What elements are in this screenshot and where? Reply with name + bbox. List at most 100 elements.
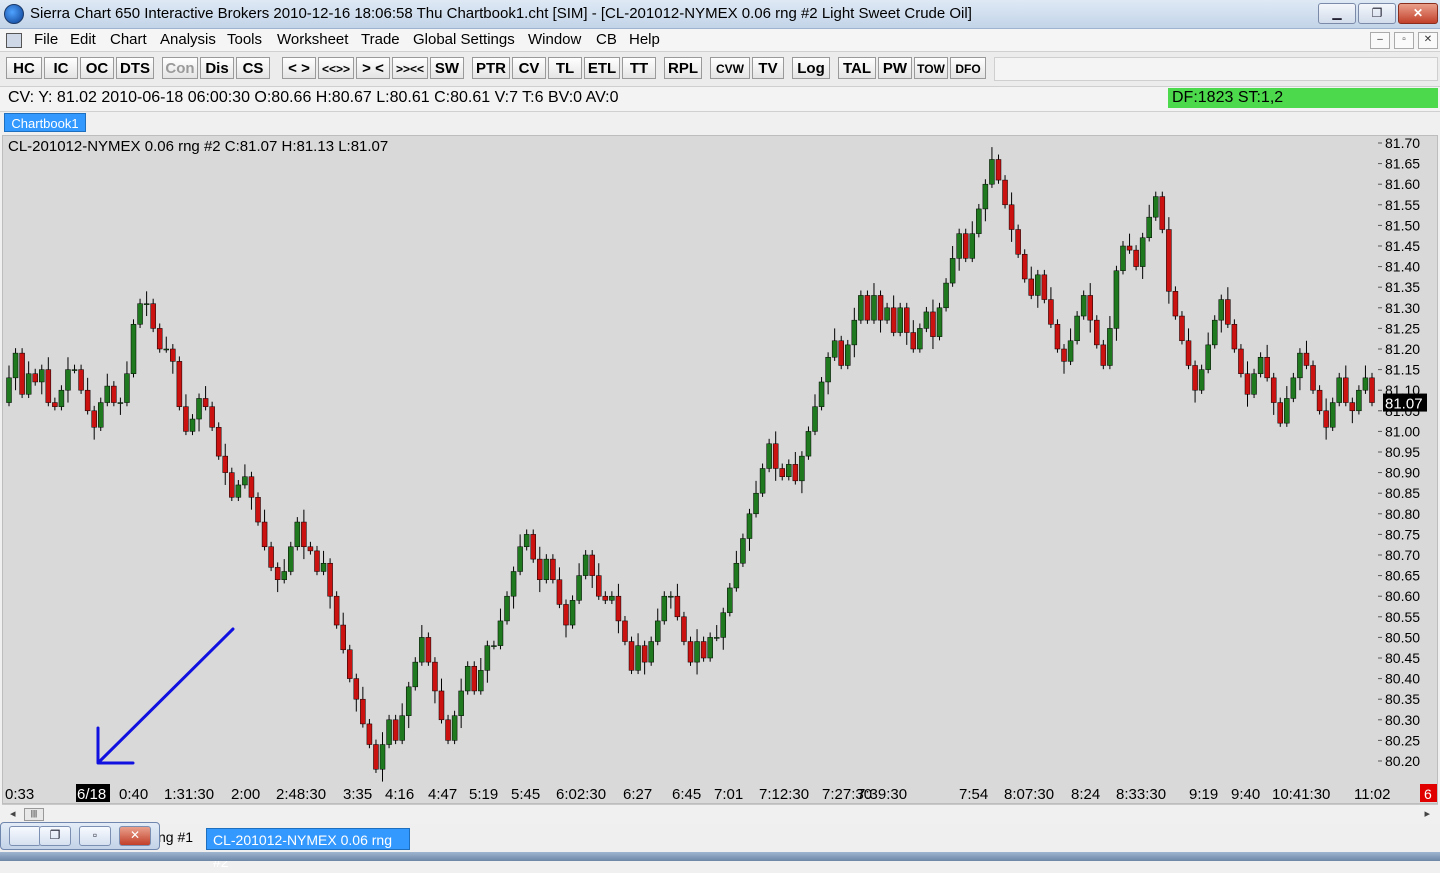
chart-header: CL-201012-NYMEX 0.06 rng #2 C:81.07 H:81… [8, 138, 389, 155]
candle-down [183, 406, 189, 432]
candle-down [930, 311, 936, 337]
candle-down [438, 690, 445, 721]
candle-up [124, 373, 130, 403]
candle-up [668, 595, 674, 598]
mini-restore-button[interactable]: ❐ [39, 826, 71, 846]
y-tick-label: 80.65 [1385, 568, 1420, 584]
candle-down [1185, 340, 1192, 366]
candle-down [52, 402, 58, 407]
candle-down [215, 427, 222, 457]
candle-down [274, 567, 281, 580]
candle-up [386, 719, 392, 745]
candle-up [582, 554, 589, 576]
candle-up [523, 534, 530, 548]
candle-up [1120, 245, 1126, 271]
x-tick-label: 4:47 [428, 786, 457, 803]
candle-up [648, 641, 654, 663]
candle-up [517, 546, 523, 572]
x-tick-label: 6:27 [623, 786, 652, 803]
candle-down [1316, 389, 1323, 412]
candle-down [445, 719, 451, 741]
mini-close-button[interactable]: ✕ [119, 826, 151, 846]
y-tick-label: 81.50 [1385, 217, 1420, 233]
candle-down [202, 398, 209, 407]
candle-down [1054, 324, 1061, 350]
candle-down [910, 332, 917, 350]
candle-down [615, 595, 622, 622]
candle-up [720, 612, 727, 638]
y-tick-label: 81.35 [1385, 279, 1420, 295]
x-tick-label: 7:39:30 [857, 786, 907, 803]
candle-up [1329, 402, 1336, 428]
scroll-thumb[interactable]: ||| [24, 808, 44, 821]
candle-down [333, 595, 340, 626]
y-tick-label: 80.75 [1385, 526, 1420, 542]
candle-up [609, 595, 615, 601]
candle-up [799, 455, 805, 482]
candle-up [569, 600, 576, 626]
candle-up [451, 715, 458, 741]
y-tick-label: 81.40 [1385, 259, 1420, 275]
candle-down [209, 406, 215, 428]
candle-down [596, 575, 602, 597]
x-tick-label: 5:19 [469, 786, 498, 803]
candle-down [353, 678, 360, 700]
y-tick-label: 81.00 [1385, 423, 1420, 439]
candle-up [897, 307, 903, 333]
candle-down [995, 159, 1002, 181]
price-chart[interactable]: 81.70 81.65 81.60 81.55 81.50 81.45 81.40 81.35… [0, 0, 1440, 861]
candle-up [917, 328, 923, 350]
candle-up [281, 571, 287, 580]
scroll-right-icon[interactable]: ▸ [1424, 807, 1430, 820]
candle-down [589, 554, 595, 576]
candle-down [687, 641, 694, 663]
candle-up [97, 402, 104, 428]
candle-down [91, 410, 97, 428]
y-tick-label: 81.15 [1385, 362, 1420, 378]
candle-down [1231, 324, 1238, 350]
candle-down [268, 546, 274, 568]
x-tick-label: 6:45 [672, 786, 701, 803]
candle-down [1303, 352, 1310, 366]
candle-up [740, 538, 746, 564]
candle-down [176, 361, 183, 407]
candle-up [694, 641, 700, 663]
candle-down [327, 562, 333, 597]
candle-up [1257, 356, 1264, 374]
x-tick-label: 6:02:30 [556, 786, 606, 803]
candle-down [1369, 377, 1375, 403]
candle-up [1297, 352, 1303, 379]
horizontal-scrollbar[interactable]: ◂ ||| ▸ [2, 804, 1438, 823]
candle-up [6, 377, 12, 403]
candle-up [39, 369, 45, 383]
mini-maximize-button[interactable]: ▫ [79, 826, 111, 846]
candle-down [556, 579, 563, 605]
candle-down [32, 373, 38, 383]
candle-down [111, 385, 117, 403]
candle-up [661, 595, 668, 622]
x-tick-label: 5:45 [511, 786, 540, 803]
y-tick-label: 80.55 [1385, 609, 1420, 625]
tab-chart-1[interactable]: ng #1 [158, 829, 193, 845]
candle-up [58, 389, 65, 407]
candle-up [1362, 377, 1369, 391]
candle-up [1211, 319, 1218, 346]
candle-down [45, 369, 52, 403]
candle-down [772, 443, 779, 469]
candle-up [543, 558, 550, 580]
tab-chart-2[interactable]: CL-201012-NYMEX 0.06 rng #2 [206, 828, 410, 870]
y-tick-label: 80.60 [1385, 588, 1420, 604]
candle-up [25, 373, 32, 395]
candle-up [484, 645, 491, 671]
candle-up [805, 431, 812, 457]
candle-up [969, 233, 976, 259]
scroll-left-icon[interactable]: ◂ [10, 807, 16, 820]
candle-down [156, 328, 163, 350]
x-tick-label: 3:35 [343, 786, 372, 803]
minimized-window-controls: ❐ ▫ ✕ [0, 822, 160, 850]
candle-down [890, 307, 897, 333]
x-tick-label: 1:31:30 [164, 786, 214, 803]
candle-down [1159, 196, 1166, 230]
candle-up [1139, 237, 1146, 267]
candle-up [759, 468, 766, 494]
